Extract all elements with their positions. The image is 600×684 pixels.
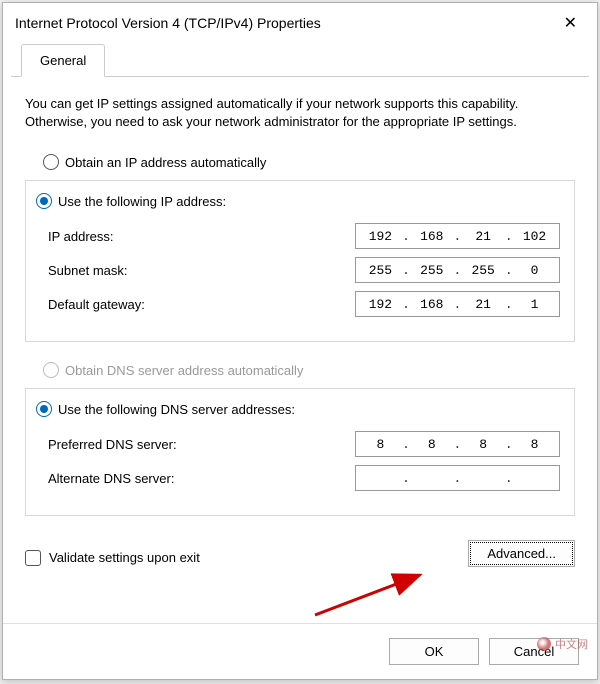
- bottom-row: Validate settings upon exit Advanced...: [25, 540, 575, 567]
- gateway-input[interactable]: 192. 168. 21. 1: [355, 291, 560, 317]
- dns-group: Use the following DNS server addresses: …: [25, 388, 575, 516]
- preferred-dns-input[interactable]: 8. 8. 8. 8: [355, 431, 560, 457]
- watermark: 中文网: [537, 636, 588, 652]
- field-subnet-mask: Subnet mask: 255. 255. 255. 0: [40, 257, 560, 283]
- subnet-input[interactable]: 255. 255. 255. 0: [355, 257, 560, 283]
- validate-checkbox-row[interactable]: Validate settings upon exit: [25, 550, 200, 566]
- radio-ip-auto[interactable]: Obtain an IP address automatically: [43, 154, 575, 170]
- subnet-label: Subnet mask:: [48, 263, 355, 278]
- tab-content: You can get IP settings assigned automat…: [3, 77, 597, 623]
- radio-dns-manual[interactable]: Use the following DNS server addresses:: [36, 401, 301, 417]
- dialog-buttons: OK Cancel: [3, 623, 597, 679]
- tab-strip: General: [11, 43, 589, 77]
- radio-ip-auto-label: Obtain an IP address automatically: [65, 155, 266, 170]
- field-preferred-dns: Preferred DNS server: 8. 8. 8. 8: [40, 431, 560, 457]
- watermark-text: 中文网: [555, 636, 588, 652]
- radio-ip-manual[interactable]: Use the following IP address:: [36, 193, 232, 209]
- radio-icon: [36, 401, 52, 417]
- php-logo-icon: [537, 637, 551, 651]
- radio-dns-auto-label: Obtain DNS server address automatically: [65, 363, 303, 378]
- radio-icon: [36, 193, 52, 209]
- field-alternate-dns: Alternate DNS server: . . .: [40, 465, 560, 491]
- window-title: Internet Protocol Version 4 (TCP/IPv4) P…: [15, 15, 321, 31]
- checkbox-icon: [25, 550, 41, 566]
- ip-address-label: IP address:: [48, 229, 355, 244]
- intro-text: You can get IP settings assigned automat…: [25, 95, 575, 130]
- ip-address-input[interactable]: 192. 168. 21. 102: [355, 223, 560, 249]
- tab-general[interactable]: General: [21, 44, 105, 77]
- radio-dns-manual-label: Use the following DNS server addresses:: [58, 402, 295, 417]
- advanced-button[interactable]: Advanced...: [468, 540, 575, 567]
- ip-group: Use the following IP address: IP address…: [25, 180, 575, 342]
- gateway-label: Default gateway:: [48, 297, 355, 312]
- radio-dns-auto: Obtain DNS server address automatically: [43, 362, 575, 378]
- radio-icon: [43, 154, 59, 170]
- radio-icon: [43, 362, 59, 378]
- dialog-window: Internet Protocol Version 4 (TCP/IPv4) P…: [2, 2, 598, 680]
- preferred-dns-label: Preferred DNS server:: [48, 437, 355, 452]
- titlebar: Internet Protocol Version 4 (TCP/IPv4) P…: [3, 3, 597, 43]
- field-ip-address: IP address: 192. 168. 21. 102: [40, 223, 560, 249]
- close-icon[interactable]: ✕: [556, 11, 585, 35]
- field-gateway: Default gateway: 192. 168. 21. 1: [40, 291, 560, 317]
- alternate-dns-label: Alternate DNS server:: [48, 471, 355, 486]
- alternate-dns-input[interactable]: . . .: [355, 465, 560, 491]
- validate-label: Validate settings upon exit: [49, 550, 200, 565]
- ok-button[interactable]: OK: [389, 638, 479, 665]
- radio-ip-manual-label: Use the following IP address:: [58, 194, 226, 209]
